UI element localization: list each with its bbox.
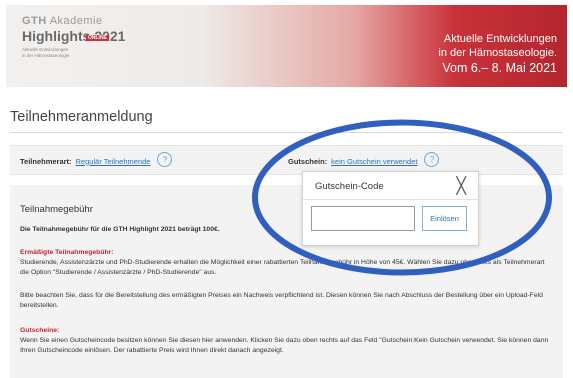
voucher-text: Wenn Sie einen Gutscheincode besitzen kö…: [20, 337, 549, 354]
popup-title: Gutschein-Code: [315, 181, 384, 192]
logo-highlights: Highlights 2021: [22, 28, 126, 44]
page-title: Teilnehmeranmeldung: [10, 109, 153, 125]
logo-akademie: Akademie: [49, 15, 103, 27]
participant-type-label: Teilnehmerart:: [20, 156, 72, 166]
participant-type-link[interactable]: Regulär Teilnehmende: [76, 157, 151, 166]
voucher-heading: Gutscheine:: [20, 327, 60, 334]
online-badge: ONLINE: [86, 35, 109, 41]
proof-text: Bitte beachten Sie, dass für die Bereits…: [20, 292, 543, 309]
options-bar: Teilnehmerart: Regulär Teilnehmende ? Gu…: [10, 145, 563, 175]
reduced-fee-heading: Ermäßigte Teilnahmegebühr:: [20, 249, 114, 256]
reduced-fee-text: Studierende, Assistenzärzte und PhD-Stud…: [20, 259, 545, 276]
logo-sub-line-2: in der Hämostaseologie: [22, 53, 70, 58]
voucher-code-popup: Gutschein-Code ╳ Einlösen: [302, 171, 479, 246]
logo-subtitle: Aktuelle Entwicklungen in der Hämostaseo…: [22, 47, 125, 59]
close-icon[interactable]: ╳: [456, 176, 466, 196]
voucher-code-input[interactable]: [311, 206, 415, 231]
gth-logo: GTH Akademie Highlights 2021 Aktuelle En…: [22, 15, 125, 59]
redeem-button[interactable]: Einlösen: [422, 206, 467, 231]
voucher-field: Gutschein: kein Gutschein verwendet ?: [288, 152, 440, 167]
banner-date: Vom 6.– 8. Mai 2021: [442, 61, 557, 75]
banner-title-line-1: Aktuelle Entwicklungen: [443, 33, 557, 45]
participant-help-icon[interactable]: ?: [157, 152, 173, 167]
fee-heading: Teilnahmegebühr: [20, 204, 93, 215]
popup-divider: [303, 199, 478, 200]
banner-title-line-2: in der Hämostaseologie.: [438, 47, 557, 59]
voucher-label: Gutschein:: [288, 156, 328, 166]
title-divider: [10, 132, 563, 133]
voucher-help-icon[interactable]: ?: [424, 152, 440, 167]
event-banner: GTH Akademie Highlights 2021 Aktuelle En…: [6, 5, 567, 87]
logo-gth: GTH: [22, 15, 47, 27]
voucher-link[interactable]: kein Gutschein verwendet: [331, 157, 417, 166]
participant-type-field: Teilnehmerart: Regulär Teilnehmende ?: [20, 152, 173, 167]
fee-info-panel: Teilnahmegebühr Die Teilnahmegebühr für …: [10, 185, 563, 378]
banner-headline: Aktuelle Entwicklungen in der Hämostaseo…: [438, 32, 557, 77]
